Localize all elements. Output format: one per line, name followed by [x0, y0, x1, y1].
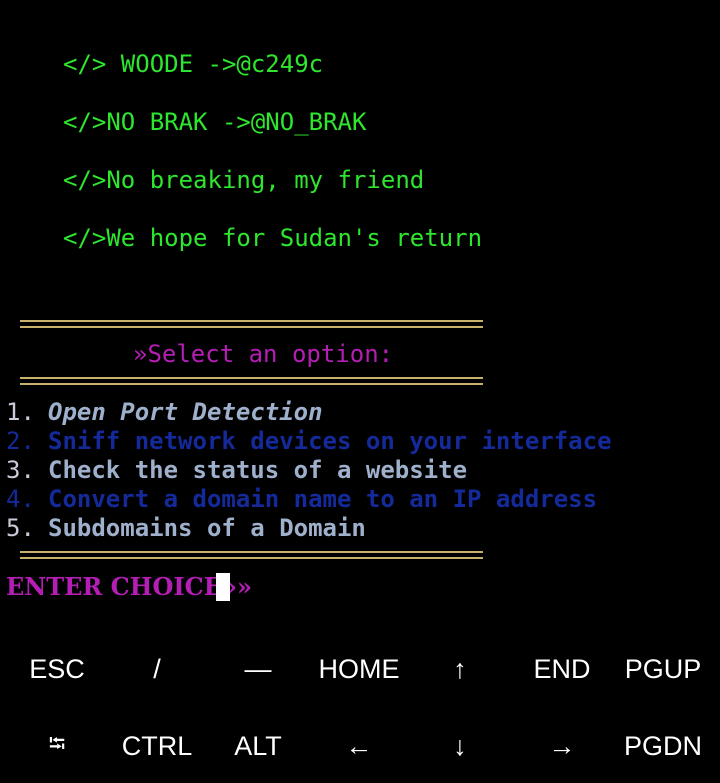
menu-option-number: 2.	[6, 427, 35, 455]
key-ctrl[interactable]: CTRL	[106, 709, 208, 783]
key-esc[interactable]: ESC	[6, 632, 108, 706]
key-tab[interactable]: ⭾	[6, 709, 108, 783]
menu-option-label: Convert a domain name to an IP address	[48, 485, 598, 513]
menu-option-number: 1.	[6, 398, 35, 426]
menu-option-label: Open Port Detection	[48, 398, 323, 426]
key-right-arrow[interactable]: →	[511, 709, 613, 783]
key-dash[interactable]: —	[207, 632, 309, 706]
divider-middle	[20, 377, 483, 385]
key-pgdn[interactable]: PGDN	[612, 709, 714, 783]
banner-line-no-brak: </>NO BRAK ->@NO_BRAK	[63, 108, 367, 136]
banner-line-sudan: </>We hope for Sudan's return	[63, 224, 483, 252]
divider-top	[20, 320, 483, 328]
key-up-arrow[interactable]: ↑	[409, 632, 511, 706]
text-cursor[interactable]	[216, 573, 230, 601]
key-left-arrow[interactable]: ←	[308, 709, 410, 783]
key-slash[interactable]: /	[106, 632, 208, 706]
menu-option-number: 5.	[6, 514, 35, 542]
banner-line-woode: </> WOODE ->@c249c	[63, 50, 324, 78]
extra-keys-bar: ESC / — HOME ↑ END PGUP ⭾ CTRL ALT ← ↓ →…	[0, 630, 720, 780]
key-pgup[interactable]: PGUP	[612, 632, 714, 706]
key-down-arrow[interactable]: ↓	[409, 709, 511, 783]
divider-bottom	[20, 551, 483, 559]
menu-option-number: 3.	[6, 456, 35, 484]
banner-line-no-breaking: </>No breaking, my friend	[63, 166, 425, 194]
menu-option-number: 4.	[6, 485, 35, 513]
menu-option-label: Subdomains of a Domain	[48, 514, 366, 542]
menu-option-label: Sniff network devices on your interface	[48, 427, 612, 455]
menu-title: »Select an option:	[133, 340, 394, 368]
terminal-screen[interactable]: </> WOODE ->@c249c </>NO BRAK ->@NO_BRAK…	[0, 0, 720, 620]
menu-option-label: Check the status of a website	[48, 456, 468, 484]
key-end[interactable]: END	[511, 632, 613, 706]
key-home[interactable]: HOME	[308, 632, 410, 706]
key-alt[interactable]: ALT	[207, 709, 309, 783]
